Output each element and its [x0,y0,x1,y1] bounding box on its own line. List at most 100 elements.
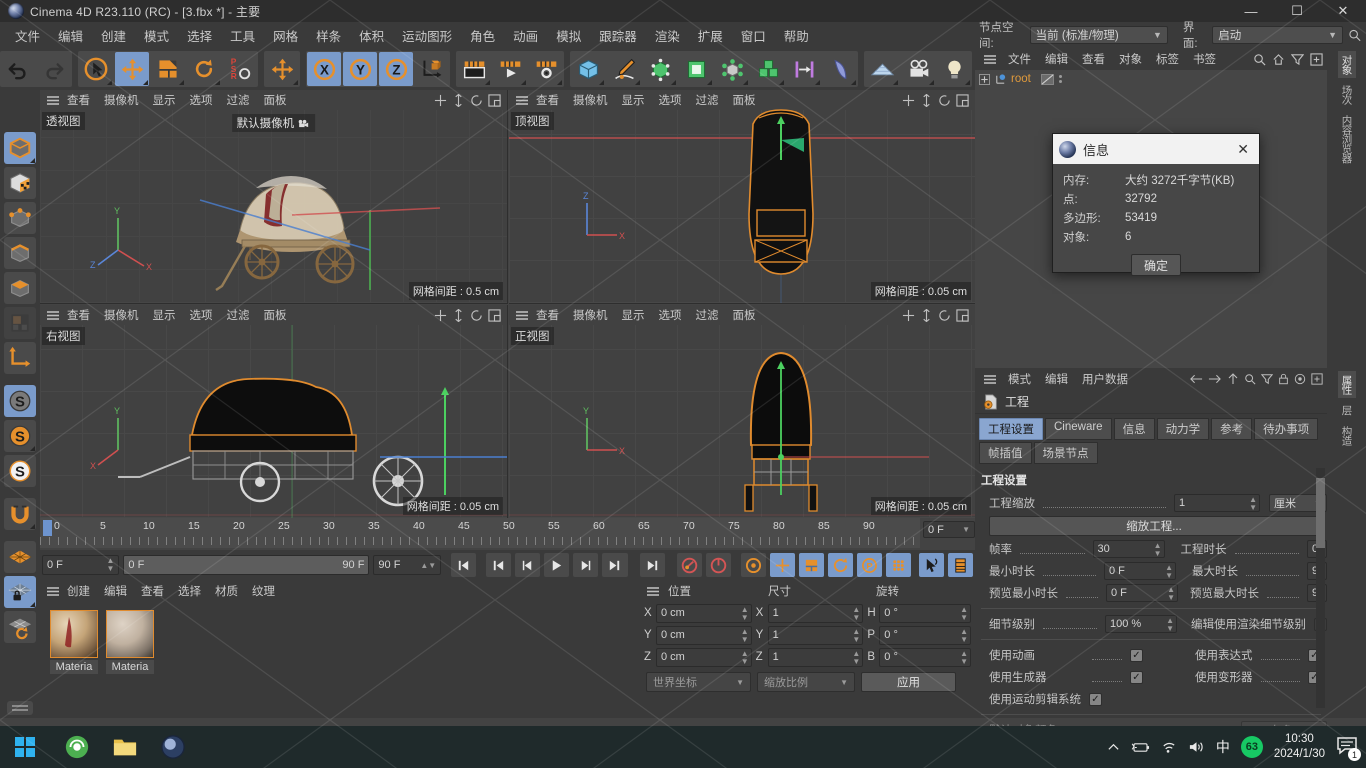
side-tab-takes[interactable]: 场次 [1338,81,1356,108]
add-icon[interactable] [1310,52,1323,66]
coordinate-menu-icon[interactable] [646,586,660,597]
deformer-button[interactable] [679,52,713,86]
framerate-field[interactable]: 30 ▲ ▼ [1092,540,1165,558]
light-button[interactable] [937,52,971,86]
chevron-up-icon[interactable] [1107,741,1120,754]
move-tool-button[interactable] [115,52,149,86]
spline-modifier-button[interactable] [787,52,821,86]
visibility-dots-icon[interactable] [1058,73,1063,85]
mat-menu-edit[interactable]: 编辑 [97,581,134,601]
material-preview[interactable] [50,610,98,658]
lock-icon[interactable] [1278,373,1289,385]
axis-x-button[interactable]: X [307,52,341,86]
filter-icon[interactable] [1261,373,1273,385]
record-icon[interactable] [1294,373,1306,385]
menu-render[interactable]: 渲染 [646,23,689,48]
viewport-right[interactable]: 查看 摄像机 显示 选项 过滤 面板 右视图 Y X 网格间距: 0.05 c… [40,305,508,518]
om-menu-object[interactable]: 对象 [1112,49,1149,69]
render-view-button[interactable] [457,52,491,86]
notification-center-icon[interactable]: 1 [1336,736,1361,761]
record-active-objects-button[interactable] [676,553,702,577]
back-arrow-icon[interactable] [1189,373,1203,385]
pan-icon[interactable] [902,309,915,322]
home-icon[interactable] [1272,53,1285,66]
om-menu-tags[interactable]: 标签 [1149,49,1186,69]
timeline-ruler[interactable]: 0 5 10 15 20 25 30 35 40 45 50 55 60 65 … [40,518,920,548]
side-tab-layers[interactable]: 层 [1338,401,1356,419]
use-motion-clip-checkbox[interactable]: ✓ [1089,692,1102,706]
side-tab-structure[interactable]: 构造 [1338,422,1356,449]
scale-mode-select[interactable]: 缩放比例 ▼ [757,672,855,692]
search-icon[interactable] [1244,373,1256,385]
point-mode-button[interactable] [4,202,36,234]
menu-simulate[interactable]: 模拟 [547,23,590,48]
floor-button[interactable] [865,52,899,86]
position-x-field[interactable]: 0 cm ▲ ▼ [655,603,752,623]
attribute-scroll-thumb[interactable] [1316,478,1325,548]
tab-info[interactable]: 信息 [1113,418,1155,440]
preview-min-field[interactable]: 0 F ▲ ▼ [1106,584,1178,602]
tab-project-settings[interactable]: 工程设置 [979,418,1043,440]
search-icon[interactable] [1253,53,1266,66]
preview-range-field[interactable]: 0 F 90 F [123,555,370,575]
menu-mesh[interactable]: 网格 [264,23,307,48]
go-to-start-button[interactable] [451,553,477,577]
zoom-icon[interactable] [452,308,465,322]
autokeying-button[interactable] [705,553,731,577]
menu-extensions[interactable]: 扩展 [689,23,732,48]
mat-menu-material[interactable]: 材质 [208,581,245,601]
min-duration-field[interactable]: 0 F ▲ ▼ [1104,562,1176,580]
menu-select[interactable]: 选择 [178,23,221,48]
pan-icon[interactable] [434,94,447,107]
taskbar-browser-icon[interactable] [56,730,98,764]
use-generators-checkbox[interactable]: ✓ [1130,670,1143,684]
zoom-icon[interactable] [920,308,933,322]
vp-menu-panel[interactable]: 面板 [257,305,294,325]
menu-create[interactable]: 创建 [92,23,135,48]
position-z-field[interactable]: 0 cm ▲ ▼ [655,647,752,667]
side-tab-attributes[interactable]: 属性 [1337,371,1356,398]
rotation-key-button[interactable] [827,553,853,577]
object-tree-row-root[interactable]: root [975,70,1327,88]
select-tool-button[interactable] [79,52,113,86]
redo-button[interactable] [37,52,71,86]
parameter-key-button[interactable]: P [856,553,882,577]
minimize-button[interactable]: — [1228,0,1274,22]
scene-element-button[interactable] [715,52,749,86]
om-menu-file[interactable]: 文件 [1001,49,1038,69]
render-settings-button[interactable] [529,52,563,86]
interface-select[interactable]: 启动 ▼ [1212,26,1344,44]
om-menu-edit[interactable]: 编辑 [1038,49,1075,69]
position-key-button[interactable] [769,553,795,577]
vp-menu-camera[interactable]: 摄像机 [97,305,146,325]
volume-icon[interactable] [1188,740,1205,754]
tab-reference[interactable]: 参考 [1211,418,1253,440]
enable-snap-button[interactable]: S [4,420,36,452]
rotation-b-field[interactable]: 0 ° ▲ ▼ [879,647,971,667]
side-tab-content-browser[interactable]: 内容浏览器 [1338,111,1356,167]
enable-axis-button[interactable]: S [4,385,36,417]
vp-menu-camera[interactable]: 摄像机 [566,90,615,110]
tab-cineware[interactable]: Cineware [1045,418,1112,440]
edge-mode-button[interactable] [4,237,36,269]
lod-field[interactable]: 100 % ▲ ▼ [1105,615,1177,633]
mograph-button[interactable] [751,52,785,86]
undo-button[interactable] [1,52,35,86]
vp-menu-display[interactable]: 显示 [615,305,652,325]
uv-mode-button[interactable] [4,307,36,339]
info-dialog-close-icon[interactable]: ✕ [1233,141,1253,158]
close-button[interactable]: ✕ [1320,0,1366,22]
rotation-h-field[interactable]: 0 ° ▲ ▼ [879,603,971,623]
maximize-button[interactable]: ☐ [1274,0,1320,22]
menu-file[interactable]: 文件 [6,23,49,48]
vp-menu-filter[interactable]: 过滤 [220,90,257,110]
render-picture-viewer-button[interactable] [493,52,527,86]
soft-selection-button[interactable]: S [4,455,36,487]
move-axis-button[interactable] [265,52,299,86]
vp-menu-filter[interactable]: 过滤 [220,305,257,325]
vp-menu-view[interactable]: 查看 [60,90,97,110]
filter-icon[interactable] [1291,53,1304,66]
size-z-field[interactable]: 1 ▲ ▼ [767,647,864,667]
workplane-button[interactable] [4,541,36,573]
vp-menu-options[interactable]: 选项 [652,305,689,325]
